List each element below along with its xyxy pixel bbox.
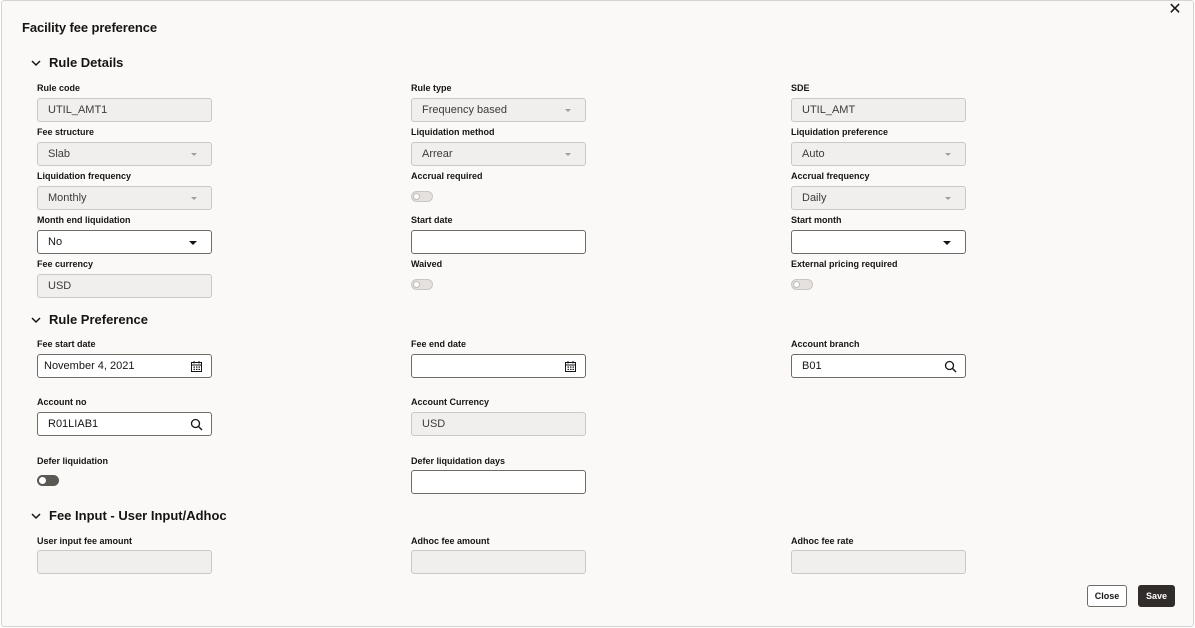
external-pricing-toggle [791, 279, 813, 290]
caret-down-icon [945, 197, 951, 200]
section-title-rule-preference: Rule Preference [49, 312, 148, 327]
user-input-fee-amount-label: User input fee amount [37, 536, 133, 546]
accrual-frequency-value: Daily [802, 192, 827, 204]
calendar-icon[interactable] [564, 360, 577, 373]
fee-currency-value: USD [48, 280, 72, 292]
adhoc-fee-amount-label: Adhoc fee amount [411, 536, 490, 546]
caret-down-icon [565, 109, 571, 112]
fee-start-date-label: Fee start date [37, 339, 96, 349]
defer-liquidation-label: Defer liquidation [37, 456, 109, 466]
section-title-rule-details: Rule Details [49, 55, 124, 70]
caret-down-icon [943, 241, 951, 245]
liquidation-frequency-value: Monthly [48, 192, 87, 204]
adhoc-fee-rate-label: Adhoc fee rate [791, 536, 854, 546]
caret-down-icon [189, 241, 197, 245]
section-title-fee-input: Fee Input - User Input/Adhoc [49, 508, 227, 523]
search-icon[interactable] [190, 418, 203, 431]
waived-toggle [411, 279, 433, 290]
liquidation-method-value: Arrear [422, 148, 453, 160]
chevron-down-icon [31, 512, 41, 519]
liquidation-method-select: Arrear [411, 142, 586, 166]
caret-down-icon [191, 153, 197, 156]
dialog-title: Facility fee preference [22, 20, 157, 35]
start-date-input[interactable] [411, 230, 586, 254]
save-button[interactable]: Save [1138, 585, 1175, 607]
start-month-label: Start month [791, 215, 842, 225]
sde-field: UTIL_AMT [791, 98, 966, 122]
adhoc-fee-amount-field [411, 550, 586, 574]
fee-start-date-input[interactable]: November 4, 2021 [37, 354, 212, 378]
waived-label: Waived [411, 259, 443, 269]
fee-currency-label: Fee currency [37, 259, 94, 269]
accrual-frequency-select: Daily [791, 186, 966, 210]
start-month-select[interactable] [791, 230, 966, 254]
chevron-down-icon [31, 59, 41, 66]
adhoc-fee-rate-field [791, 550, 966, 574]
rule-code-value: UTIL_AMT1 [48, 104, 108, 116]
accrual-frequency-label: Accrual frequency [791, 171, 870, 181]
month-end-liquidation-select[interactable]: No [37, 230, 212, 254]
toggle-knob [413, 281, 420, 288]
caret-down-icon [191, 197, 197, 200]
chevron-down-icon [31, 316, 41, 323]
user-input-fee-amount-field [37, 550, 212, 574]
toggle-knob [793, 281, 800, 288]
account-no-input[interactable]: R01LIAB1 [37, 412, 212, 436]
sde-value: UTIL_AMT [802, 104, 856, 116]
account-branch-label: Account branch [791, 339, 860, 349]
toggle-knob [38, 476, 47, 485]
fee-structure-value: Slab [48, 148, 71, 160]
account-currency-value: USD [422, 418, 446, 430]
liquidation-preference-select: Auto [791, 142, 966, 166]
account-branch-value: B01 [802, 360, 822, 372]
sde-label: SDE [791, 83, 810, 93]
calendar-icon[interactable] [190, 360, 203, 373]
liquidation-frequency-label: Liquidation frequency [37, 171, 132, 181]
liquidation-preference-label: Liquidation preference [791, 127, 889, 137]
rule-type-select: Frequency based [411, 98, 586, 122]
section-rule-details[interactable]: Rule Details [31, 55, 123, 70]
external-pricing-label: External pricing required [791, 259, 898, 269]
account-currency-field: USD [411, 412, 586, 436]
close-icon[interactable]: ✕ [1167, 2, 1183, 18]
rule-type-value: Frequency based [422, 104, 507, 116]
defer-liquidation-toggle[interactable] [37, 475, 59, 486]
start-date-label: Start date [411, 215, 453, 225]
fee-start-date-value: November 4, 2021 [44, 360, 135, 372]
fee-end-date-input[interactable] [411, 354, 586, 378]
fee-structure-label: Fee structure [37, 127, 95, 137]
search-icon[interactable] [944, 360, 957, 373]
month-end-liquidation-value: No [48, 236, 63, 248]
caret-down-icon [945, 153, 951, 156]
section-rule-preference[interactable]: Rule Preference [31, 312, 148, 327]
account-no-value: R01LIAB1 [48, 418, 99, 430]
close-button[interactable]: Close [1087, 585, 1127, 607]
account-no-label: Account no [37, 397, 87, 407]
fee-end-date-label: Fee end date [411, 339, 467, 349]
liquidation-method-label: Liquidation method [411, 127, 495, 137]
month-end-liquidation-label: Month end liquidation [37, 215, 131, 225]
defer-liquidation-days-input[interactable] [411, 470, 586, 494]
account-branch-input[interactable]: B01 [791, 354, 966, 378]
liquidation-preference-value: Auto [802, 148, 825, 160]
rule-code-label: Rule code [37, 83, 81, 93]
toggle-knob [413, 193, 420, 200]
rule-type-label: Rule type [411, 83, 452, 93]
facility-fee-dialog: Facility fee preference ✕ Rule Details R… [1, 0, 1194, 627]
accrual-required-toggle [411, 191, 433, 202]
accrual-required-label: Accrual required [411, 171, 483, 181]
section-fee-input[interactable]: Fee Input - User Input/Adhoc [31, 508, 227, 523]
fee-currency-field: USD [37, 274, 212, 298]
rule-code-field: UTIL_AMT1 [37, 98, 212, 122]
account-currency-label: Account Currency [411, 397, 490, 407]
caret-down-icon [565, 153, 571, 156]
liquidation-frequency-select: Monthly [37, 186, 212, 210]
defer-liquidation-days-label: Defer liquidation days [411, 456, 506, 466]
fee-structure-select: Slab [37, 142, 212, 166]
